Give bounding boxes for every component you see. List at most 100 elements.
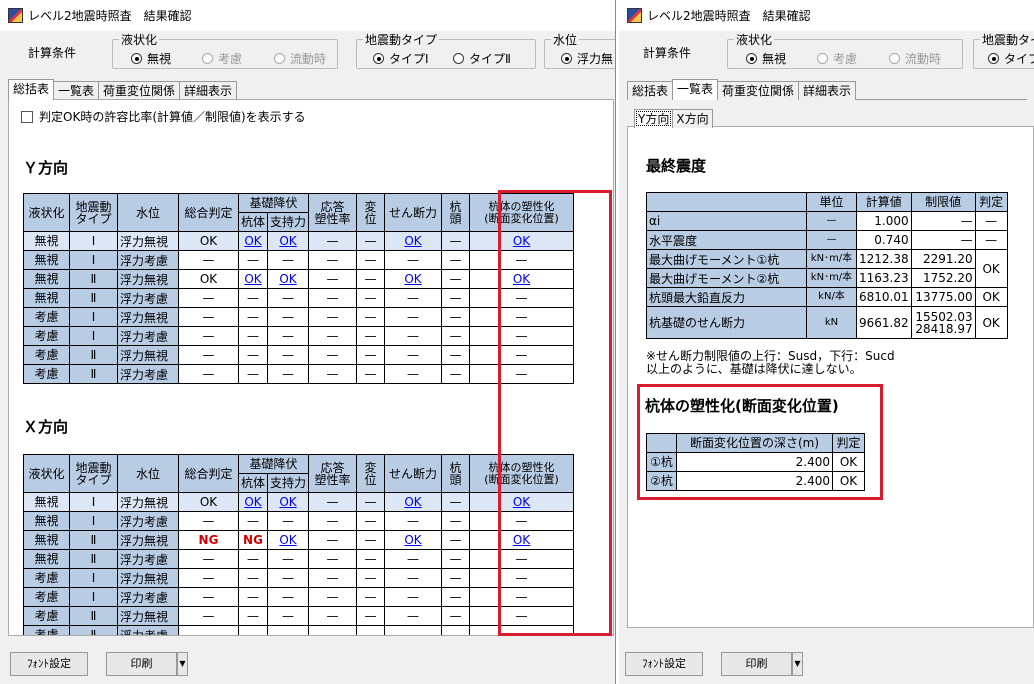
table-cell: —: [384, 250, 443, 270]
limit-value: 15502.03 28418.97: [910, 306, 976, 339]
liq-ignore-radio[interactable]: 無視: [746, 50, 786, 67]
tab-load-displacement[interactable]: 荷重変位関係: [717, 81, 800, 100]
limit-value: 13775.00: [910, 287, 976, 307]
table-cell: 無視: [23, 530, 70, 550]
liq-consider-radio[interactable]: 考慮: [202, 50, 242, 67]
table-cell: Ⅱ: [69, 345, 118, 365]
table-cell: —: [441, 492, 471, 512]
calc-condition-label: 計算条件: [28, 46, 77, 60]
result-link[interactable]: OK: [267, 530, 310, 550]
table-cell: —: [237, 568, 269, 588]
liq-ignore-radio[interactable]: 無視: [131, 50, 171, 67]
print-dropdown-button[interactable]: ▼: [177, 652, 188, 676]
column-header: 支持力: [267, 212, 310, 232]
table-cell: —: [356, 269, 386, 289]
table-cell: OK: [178, 231, 239, 251]
table-cell: —: [178, 307, 239, 327]
table-row: 杭基礎のせん断力 kN 9661.82 15502.03 28418.97 OK: [646, 306, 1008, 339]
ng-mark: NG: [178, 530, 239, 550]
table-cell: —: [267, 549, 310, 569]
liquefaction-title: 液状化: [734, 31, 775, 48]
table-row: 無視 Ⅰ 浮力考慮 — — — — — — — —: [23, 250, 575, 270]
table-row: 考慮 Ⅰ 浮力考慮 — — — — — — — —: [23, 587, 575, 607]
liq-flow-radio[interactable]: 流動時: [889, 50, 941, 67]
result-link[interactable]: OK: [384, 231, 443, 251]
table-cell: —: [441, 326, 471, 346]
font-settings-button[interactable]: ﾌｫﾝﾄ設定: [10, 652, 88, 676]
table-cell: —: [441, 231, 471, 251]
table-cell: —: [267, 364, 310, 384]
table-cell: —: [237, 587, 269, 607]
type2-radio[interactable]: タイプⅡ: [453, 50, 511, 67]
result-link[interactable]: OK: [267, 231, 310, 251]
row-label: 水平震度: [646, 230, 807, 250]
table-cell: 無視: [23, 231, 70, 251]
table-cell: —: [441, 587, 471, 607]
column-header: せん断力: [384, 454, 443, 493]
table-cell: Ⅱ: [69, 530, 118, 550]
unit-cell: kN･m/本: [806, 249, 857, 269]
type1-radio[interactable]: タイプⅠ: [373, 50, 429, 67]
ratio-checkbox[interactable]: [21, 110, 33, 123]
table-cell: —: [308, 549, 358, 569]
table-cell: —: [384, 549, 443, 569]
seismic-title: 最終震度: [646, 157, 707, 175]
table-cell: —: [356, 511, 386, 531]
app-icon: [627, 8, 642, 23]
table-cell: —: [356, 492, 386, 512]
result-link[interactable]: OK: [384, 269, 443, 289]
liq-flow-radio[interactable]: 流動時: [274, 50, 326, 67]
table-cell: 考慮: [23, 625, 70, 635]
table-cell: —: [308, 345, 358, 365]
table-cell: —: [441, 345, 471, 365]
calc-value: 0.740: [856, 230, 912, 250]
column-header: 水位: [117, 193, 179, 232]
table-row: 考慮 Ⅱ 浮力無視 — — — — — — — —: [23, 345, 575, 365]
title-bar: レベル2地震時照査 結果確認: [619, 0, 1034, 31]
result-link[interactable]: OK: [384, 492, 443, 512]
print-dropdown-button[interactable]: ▼: [792, 652, 803, 676]
table-cell: —: [356, 625, 386, 635]
result-link[interactable]: OK: [237, 231, 269, 251]
result-link[interactable]: OK: [384, 530, 443, 550]
table-cell: 浮力考慮: [117, 625, 179, 635]
result-link[interactable]: OK: [267, 492, 310, 512]
tab-list[interactable]: 一覧表: [53, 81, 100, 100]
table-cell: —: [356, 326, 386, 346]
subtab-y[interactable]: Y方向: [634, 109, 674, 128]
table-row: 無視 Ⅱ 浮力考慮 — — — — — — — —: [23, 288, 575, 308]
liquefaction-title: 液状化: [119, 31, 160, 48]
buoyancy-radio[interactable]: 浮力無: [561, 50, 613, 67]
tab-summary[interactable]: 総括表: [8, 79, 55, 100]
table-cell: —: [237, 511, 269, 531]
type1-radio[interactable]: タイプ: [988, 50, 1034, 67]
table-cell: Ⅱ: [69, 288, 118, 308]
table-cell: —: [237, 625, 269, 635]
ratio-checkbox-row[interactable]: 判定OK時の許容比率(計算値／制限値)を表示する: [21, 108, 306, 125]
print-button[interactable]: 印刷: [106, 652, 177, 676]
tab-detail[interactable]: 詳細表示: [798, 81, 857, 100]
table-cell: —: [384, 511, 443, 531]
result-link[interactable]: OK: [237, 269, 269, 289]
table-cell: —: [384, 326, 443, 346]
table-cell: —: [384, 288, 443, 308]
liq-consider-radio[interactable]: 考慮: [817, 50, 857, 67]
print-button[interactable]: 印刷: [721, 652, 792, 676]
tab-summary[interactable]: 総括表: [627, 81, 674, 100]
table-cell: Ⅰ: [69, 511, 118, 531]
subtab-x[interactable]: X方向: [672, 109, 713, 128]
table-cell: 浮力無視: [117, 492, 179, 512]
table-cell: —: [384, 587, 443, 607]
water-level-group: 水位 浮力無: [544, 31, 615, 69]
column-header: 杭体: [237, 473, 269, 493]
water-level-title: 水位: [551, 31, 580, 48]
tab-list[interactable]: 一覧表: [672, 79, 719, 100]
tab-load-displacement[interactable]: 荷重変位関係: [98, 81, 181, 100]
table-row: 無視 Ⅰ 浮力考慮 — — — — — — — —: [23, 511, 575, 531]
tab-detail[interactable]: 詳細表示: [179, 81, 238, 100]
table-cell: Ⅱ: [69, 364, 118, 384]
result-link[interactable]: OK: [267, 269, 310, 289]
font-settings-button[interactable]: ﾌｫﾝﾄ設定: [625, 652, 703, 676]
result-link[interactable]: OK: [237, 492, 269, 512]
bottom-bar: ﾌｫﾝﾄ設定 印刷 ▼: [0, 648, 615, 684]
